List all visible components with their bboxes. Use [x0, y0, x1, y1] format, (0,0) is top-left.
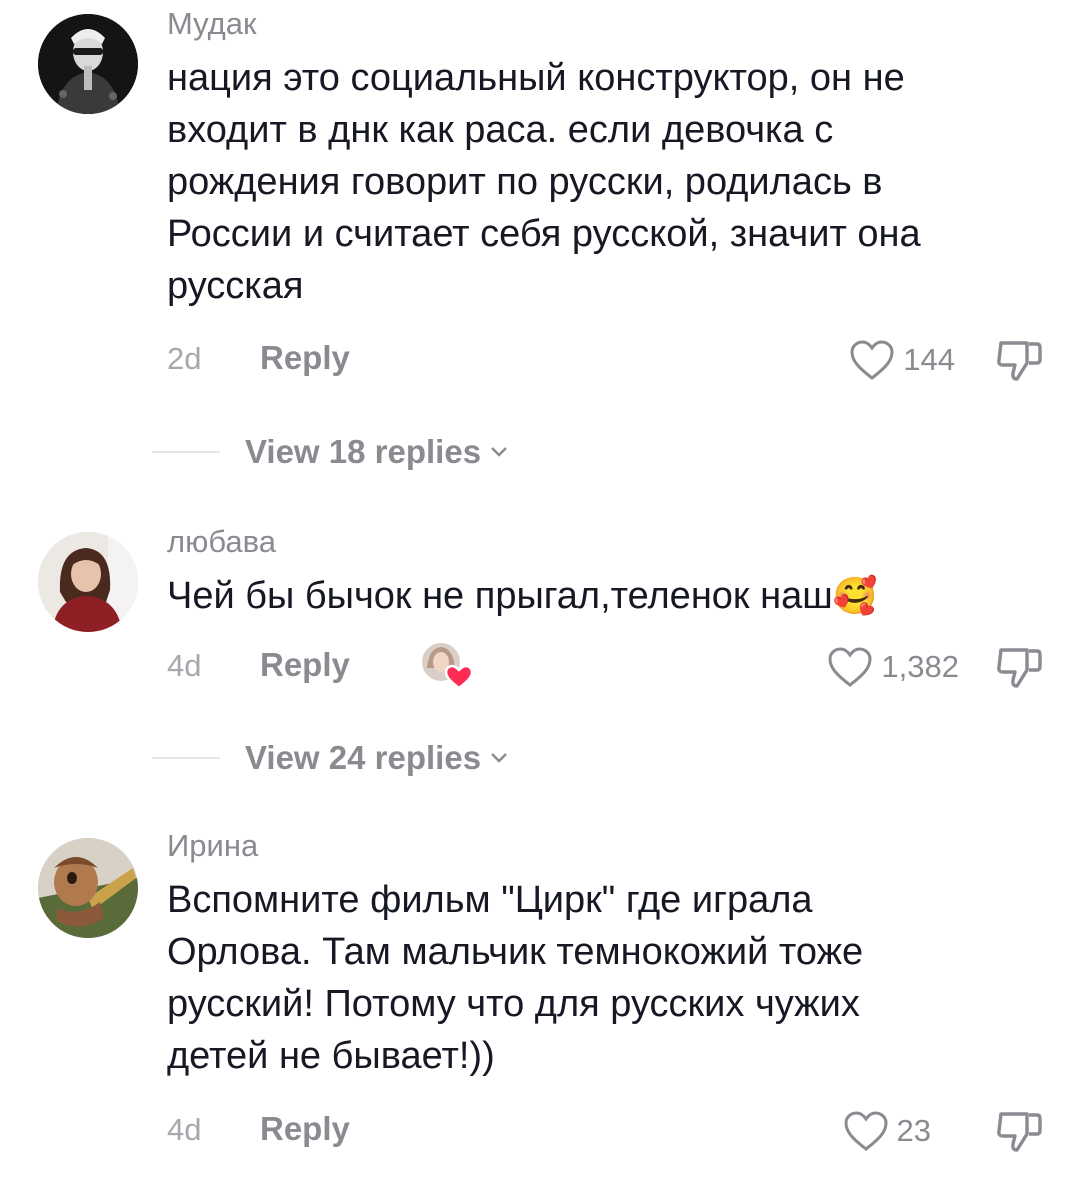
thumbs-down-icon [997, 648, 1042, 688]
reply-button[interactable]: Reply [260, 339, 350, 377]
comment-actions: 4d Reply 1,382 [167, 641, 1047, 692]
comment-username[interactable]: Мудак [167, 6, 257, 42]
like-count: 144 [903, 342, 955, 377]
comment-line: русский! Потому что для русских чужих [167, 983, 860, 1025]
heart-outline-icon [844, 1111, 888, 1151]
chevron-down-icon [491, 447, 507, 457]
dislike-button[interactable] [993, 642, 1047, 692]
divider [152, 757, 220, 759]
comment-line: нация это социальный конструктор, он не [167, 57, 905, 99]
like-button[interactable]: 23 [843, 1106, 931, 1156]
comment-actions: 2d Reply 144 [167, 335, 1047, 385]
like-button[interactable]: 144 [849, 335, 955, 385]
comment-line: Чей бы бычок не прыгал,теленок наш [167, 575, 833, 617]
creator-liked-badge [417, 638, 475, 692]
comment-text: Вспомните фильм "Цирк" где играла Орлова… [167, 874, 1047, 1082]
comment-username[interactable]: любава [167, 524, 276, 560]
comment-line: детей не бывает!)) [167, 1035, 495, 1077]
comment-text: Чей бы бычок не прыгал,теленок наш🥰 [167, 570, 1047, 622]
comment-time: 2d [167, 341, 202, 376]
avatar-image [38, 532, 138, 632]
comment-line: Орлова. Там мальчик темнокожий тоже [167, 931, 864, 973]
comment-time: 4d [167, 1112, 202, 1147]
avatar[interactable] [38, 14, 138, 114]
comment-line: русская [167, 265, 304, 307]
comment-line: входит в днк как раса. если девочка с [167, 109, 834, 151]
comment-line: рождения говорит по русски, родилась в [167, 161, 883, 203]
heart-outline-icon [828, 647, 872, 687]
avatar[interactable] [38, 838, 138, 938]
dislike-button[interactable] [993, 335, 1047, 385]
comment-line: Вспомните фильм "Цирк" где играла [167, 879, 813, 921]
view-replies-label[interactable]: View 24 replies [245, 739, 481, 777]
like-count: 1,382 [881, 649, 959, 684]
comment-actions: 4d Reply 23 [167, 1106, 1047, 1156]
reply-button[interactable]: Reply [260, 646, 350, 684]
dislike-button[interactable] [993, 1106, 1047, 1156]
thumbs-down-icon [997, 341, 1042, 381]
creator-liked-heart-icon [420, 641, 474, 690]
comment-line: России и считает себя русской, значит он… [167, 213, 921, 255]
reply-button[interactable]: Reply [260, 1110, 350, 1148]
like-count: 23 [896, 1113, 931, 1148]
chevron-down-icon [491, 753, 507, 763]
avatar-image [38, 838, 138, 938]
comment-time: 4d [167, 648, 202, 683]
heart-outline-icon [850, 340, 894, 380]
smiling-face-with-hearts-emoji: 🥰 [832, 575, 878, 616]
comment-username[interactable]: Ирина [167, 828, 258, 864]
view-replies-label[interactable]: View 18 replies [245, 433, 481, 471]
avatar-image [38, 14, 138, 114]
view-replies[interactable]: View 18 replies [152, 430, 509, 474]
comment-text: нация это социальный конструктор, он не … [167, 52, 1047, 312]
avatar[interactable] [38, 532, 138, 632]
divider [152, 451, 220, 453]
view-replies[interactable]: View 24 replies [152, 736, 509, 780]
thumbs-down-icon [997, 1112, 1042, 1152]
like-button[interactable]: 1,382 [827, 642, 959, 692]
